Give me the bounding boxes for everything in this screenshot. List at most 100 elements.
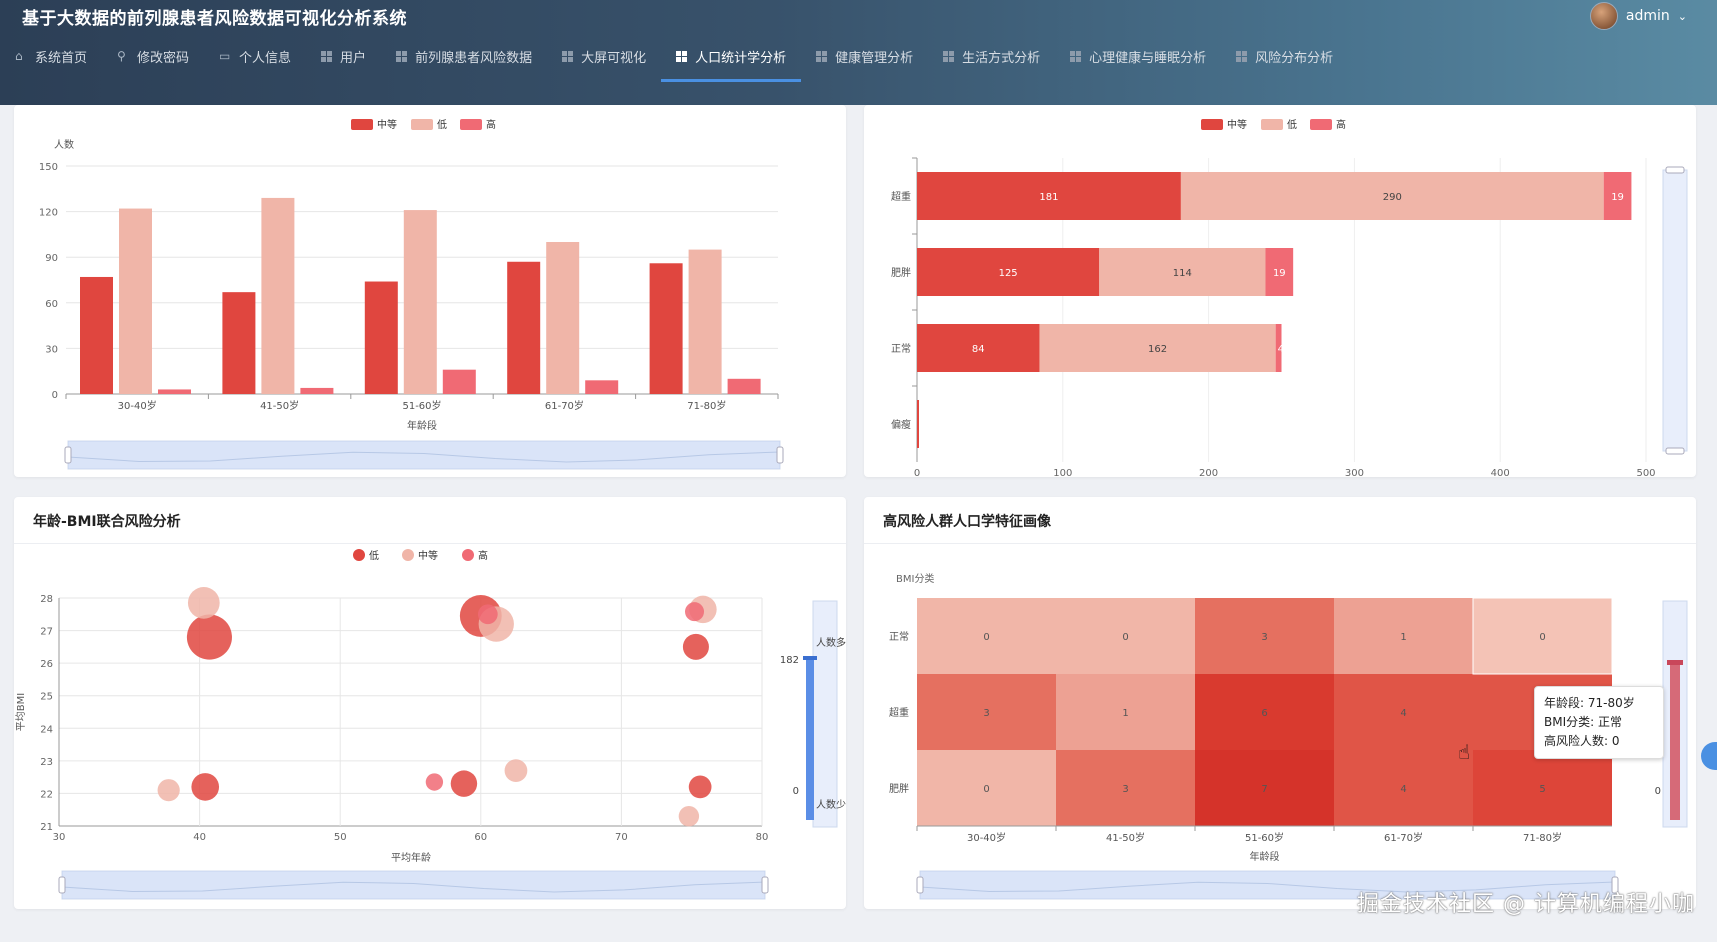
app-title: 基于大数据的前列腺患者风险数据可视化分析系统 (22, 9, 407, 29)
chevron-down-icon[interactable]: ⌄ (1678, 10, 1687, 23)
y-tick-label: 120 (39, 208, 58, 219)
legend-label: 中等 (377, 118, 397, 131)
nav-item-label: 个人信息 (239, 50, 292, 66)
datazoom-selection[interactable] (68, 441, 780, 469)
legend-marker (353, 549, 365, 561)
visualmap-bar (1670, 662, 1680, 820)
bubble (678, 806, 700, 827)
visualmap-track[interactable] (812, 600, 838, 828)
x-tick-label: 30 (53, 832, 66, 843)
age-bmi-scatter-panel: 年龄-BMI联合风险分析 低中等高 21 22 23 24 25 26 27 28 30 40 50 6… (14, 497, 846, 909)
bar (158, 389, 191, 394)
nav-item[interactable]: 心理健康与睡眠分析 (1055, 36, 1221, 76)
bar (300, 387, 334, 394)
x-axis-label: 年龄段 (1250, 850, 1280, 863)
bar (442, 369, 476, 394)
visualmap-bar (806, 657, 814, 820)
x-tick-label: 80 (756, 832, 769, 843)
nav-item[interactable]: 健康管理分析 (801, 36, 928, 76)
legend-marker (460, 119, 482, 130)
bar (119, 208, 152, 394)
y-tick-label: 正常 (889, 630, 909, 643)
visualmap-handle[interactable] (1667, 660, 1683, 665)
visualmap-bottom-label: 人数少 (816, 798, 846, 811)
y-axis-label: 平均BMI (15, 693, 27, 731)
y-axis-label: 人数 (54, 138, 74, 151)
legend-label: 中等 (1227, 118, 1247, 131)
bar-label: 4 (1278, 344, 1284, 355)
x-tick-label: 71-80岁 (687, 399, 726, 412)
x-tick-label: 61-70岁 (1384, 831, 1423, 844)
bar-label: 125 (999, 268, 1018, 279)
datazoom-handle[interactable] (761, 876, 769, 894)
visualmap-min-label: 0 (1655, 786, 1661, 797)
y-axis-label: BMI分类 (896, 572, 934, 585)
x-tick-label: 30-40岁 (967, 831, 1006, 844)
user-menu[interactable]: admin ⌄ (1589, 2, 1687, 30)
bar (80, 276, 113, 394)
nav-item[interactable]: 生活方式分析 (928, 36, 1055, 76)
datazoom-handle[interactable] (1665, 166, 1685, 174)
datazoom-handle[interactable] (776, 446, 784, 464)
bar (261, 197, 295, 394)
nav-item[interactable]: 大屏可视化 (547, 36, 661, 76)
age-bmi-scatter-chart: 低 中等 高 21 22 23 24 25 26 27 28 30 40 50 60 70 80 平均年龄 平均BM… (15, 549, 846, 900)
bubble (186, 614, 232, 660)
bar (546, 242, 580, 394)
legend-label: 高 (478, 549, 488, 562)
cell-value: 5 (1539, 784, 1545, 795)
y-tick-label: 偏瘦 (891, 418, 911, 431)
bar (403, 210, 437, 394)
bar (507, 261, 541, 394)
nav-item[interactable]: ⚲ 修改密码 (102, 36, 204, 76)
cell-value: 4 (1400, 708, 1406, 719)
age-risk-bar-panel: 中等 低 高人数 0 30 60 90 120 150 30-40岁 41-50岁 51-60岁 61-… (14, 105, 846, 477)
x-tick-label: 50 (334, 832, 347, 843)
nav-item-label: 风险分布分析 (1255, 50, 1334, 66)
grid-icon (676, 50, 688, 62)
cell-value: 0 (1122, 632, 1128, 643)
nav-item[interactable]: 用户 (306, 36, 381, 76)
side-float-button[interactable] (1701, 742, 1717, 770)
legend-label: 中等 (418, 549, 438, 562)
cell-value: 0 (1539, 632, 1545, 643)
y-tick-label: 150 (39, 162, 58, 173)
nav-item-label: 生活方式分析 (962, 50, 1041, 66)
datazoom-handle[interactable] (916, 876, 924, 894)
hand-cursor-icon: ☝ (1458, 740, 1471, 764)
y-tick-label: 正常 (891, 342, 911, 355)
nav-item[interactable]: ▭ 个人信息 (204, 36, 306, 76)
nav-item[interactable]: 风险分布分析 (1221, 36, 1348, 76)
datazoom-handle[interactable] (64, 446, 72, 464)
bmi-risk-stack-chart: 中等 低 高 0 100 200 300 400 500 超重 181 290 19 肥胖 125 114 19… (891, 118, 1688, 479)
datazoom-handle[interactable] (58, 876, 66, 894)
avatar[interactable] (1589, 2, 1618, 30)
grid-icon (1070, 50, 1082, 62)
nav-item[interactable]: 人口统计学分析 (661, 36, 802, 82)
grid-icon (321, 50, 333, 62)
x-tick-label: 60 (474, 832, 487, 843)
x-axis-label: 年龄段 (407, 419, 437, 432)
x-tick-label: 51-60岁 (1245, 831, 1284, 844)
username[interactable]: admin (1626, 8, 1670, 24)
visualmap-handle[interactable] (803, 656, 817, 660)
x-tick-label: 300 (1345, 468, 1364, 479)
datazoom-handle[interactable] (1665, 447, 1685, 455)
y-tick-label: 肥胖 (889, 783, 909, 795)
bar (364, 281, 398, 394)
grid-icon (816, 50, 828, 62)
bar (688, 249, 722, 394)
nav-item[interactable]: ⌂ 系统首页 (0, 36, 102, 76)
legend-label: 低 (369, 549, 379, 562)
legend-label: 高 (486, 118, 496, 131)
legend-marker (411, 119, 433, 130)
legend-marker (462, 549, 474, 561)
nav-item[interactable]: 前列腺患者风险数据 (381, 36, 547, 76)
bar (649, 263, 683, 394)
bubble (477, 604, 498, 625)
datazoom-slider[interactable] (1662, 169, 1688, 452)
datazoom-selection[interactable] (62, 871, 765, 899)
y-tick-label: 90 (45, 253, 58, 264)
y-tick-label: 25 (40, 692, 53, 703)
x-tick-label: 500 (1636, 468, 1655, 479)
